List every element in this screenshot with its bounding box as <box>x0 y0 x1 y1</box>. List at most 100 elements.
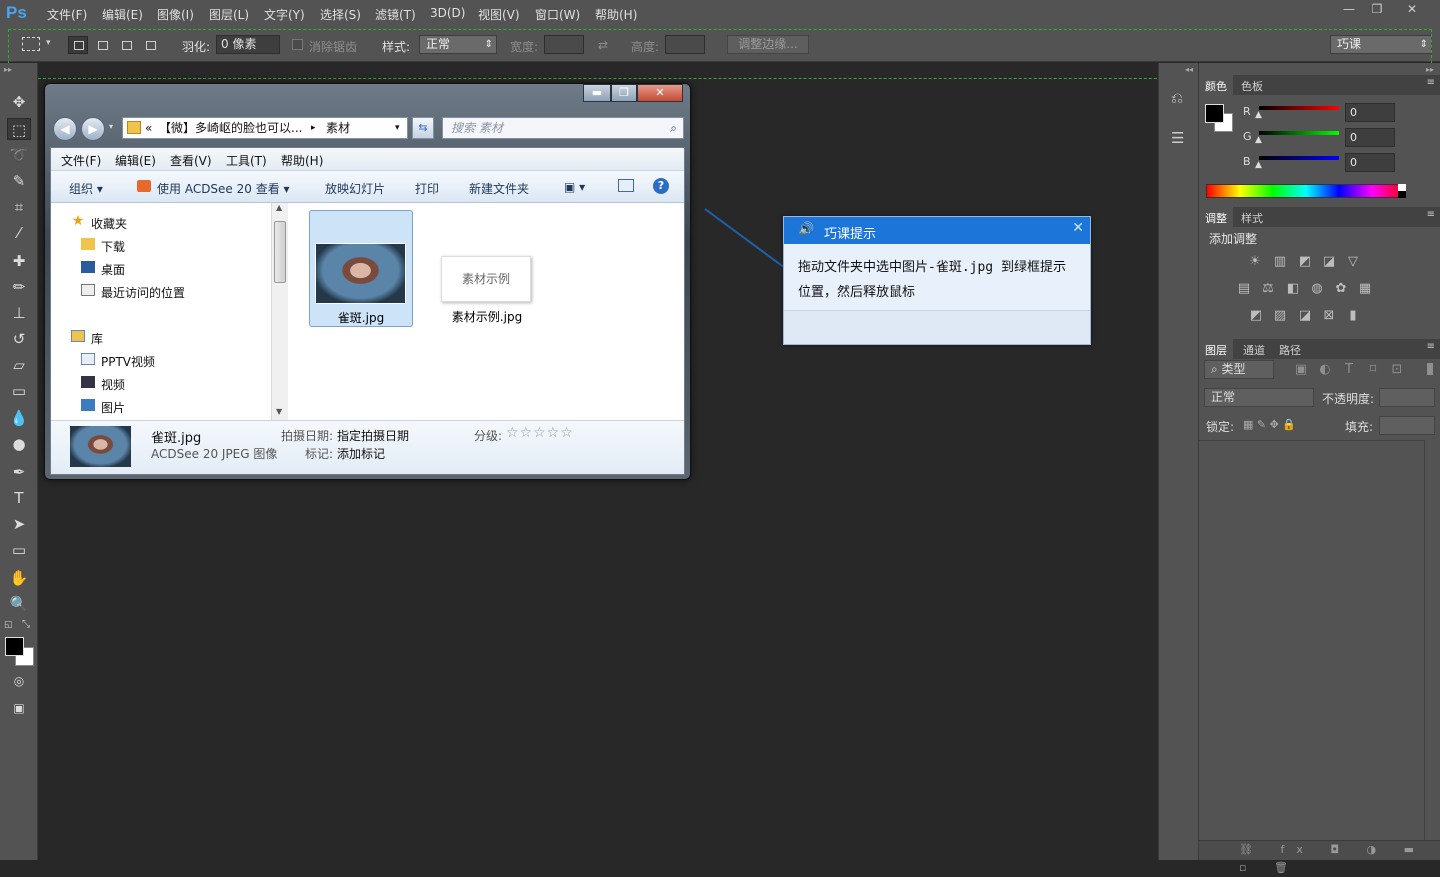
brightness-icon[interactable]: ☀ <box>1247 255 1263 269</box>
collapse-icon[interactable]: ▸▸ <box>1426 65 1434 74</box>
explorer-maximize-icon[interactable]: ❐ <box>611 84 637 102</box>
add-selection-button[interactable] <box>92 36 112 54</box>
feather-input[interactable]: 0 像素 <box>216 35 280 54</box>
tab-paths[interactable]: 路径 <box>1273 339 1307 361</box>
marquee-tool-icon[interactable] <box>22 37 40 51</box>
filter-toggle[interactable] <box>1427 363 1433 375</box>
move-tool-icon[interactable]: ✥ <box>7 91 31 113</box>
bw-icon[interactable]: ◧ <box>1285 282 1301 296</box>
tags-value[interactable]: 添加标记 <box>337 445 385 462</box>
tab-adjustments[interactable]: 调整 <box>1199 207 1233 229</box>
white-swatch[interactable] <box>1398 184 1406 191</box>
address-dropdown-icon[interactable]: ▾ <box>395 118 400 138</box>
tab-styles[interactable]: 样式 <box>1235 207 1269 229</box>
menu-image[interactable]: 图像(I) <box>157 6 194 23</box>
address-bar[interactable]: « 【微】多崎岖的脸也可以... ▸ 素材 ▾ <box>122 117 408 139</box>
explorer-minimize-icon[interactable]: ▬ <box>583 84 611 102</box>
swap-colors-icon[interactable]: ⤡ <box>22 619 30 630</box>
collapse-icon[interactable]: ◂◂ <box>1185 65 1193 74</box>
xp-menu-file[interactable]: 文件(F) <box>61 152 101 169</box>
explorer-search-input[interactable]: 搜索 素材 ⌕ <box>442 117 684 139</box>
filter-shape-icon[interactable]: ⌑ <box>1365 363 1381 377</box>
swap-icon[interactable]: ⇄ <box>598 38 608 52</box>
menu-layer[interactable]: 图层(L) <box>209 6 249 23</box>
menu-select[interactable]: 选择(S) <box>320 6 361 23</box>
nav-pictures[interactable]: 图片 <box>101 399 125 416</box>
address-current[interactable]: 素材 <box>326 118 350 138</box>
slider-thumb-icon[interactable]: ▲ <box>1255 160 1262 170</box>
xp-menu-help[interactable]: 帮助(H) <box>281 152 323 169</box>
history-dropdown-icon[interactable]: ▾ <box>109 122 113 131</box>
brush-tool-icon[interactable]: ✏ <box>7 276 31 298</box>
history-brush-tool-icon[interactable]: ↺ <box>7 328 31 350</box>
history-panel-icon[interactable]: ⎌ <box>1171 89 1183 107</box>
forward-button[interactable]: ▶ <box>81 117 105 141</box>
view-options-icon[interactable]: ▣ ▾ <box>564 180 585 194</box>
g-value-input[interactable]: 0 <box>1345 128 1395 147</box>
date-taken-value[interactable]: 指定拍摄日期 <box>337 427 409 444</box>
menu-3d[interactable]: 3D(D) <box>430 6 465 20</box>
selective-color-icon[interactable]: ⊠ <box>1321 309 1337 323</box>
tab-channels[interactable]: 通道 <box>1237 339 1271 361</box>
height-input[interactable] <box>665 35 705 54</box>
menu-filter[interactable]: 滤镜(T) <box>375 6 416 23</box>
photo-filter-icon[interactable]: ◍ <box>1309 282 1325 296</box>
xp-menu-edit[interactable]: 编辑(E) <box>115 152 156 169</box>
healing-brush-tool-icon[interactable]: ✚ <box>7 250 31 272</box>
color-balance-icon[interactable]: ⚖ <box>1260 282 1276 296</box>
address-prefix[interactable]: « <box>145 118 152 138</box>
eraser-tool-icon[interactable]: ▱ <box>7 354 31 376</box>
restore-icon[interactable]: ❐ <box>1366 2 1388 18</box>
workspace-select[interactable]: 巧课 <box>1330 35 1432 54</box>
xp-menu-view[interactable]: 查看(V) <box>170 152 212 169</box>
rectangle-tool-icon[interactable]: ▭ <box>7 539 31 561</box>
posterize-icon[interactable]: ▨ <box>1272 309 1288 323</box>
nav-desktop[interactable]: 桌面 <box>101 261 125 278</box>
layer-filter-select[interactable]: ⌕ 类型 <box>1204 360 1274 379</box>
curves-icon[interactable]: ◩ <box>1297 255 1313 269</box>
close-icon[interactable]: ✕ <box>1401 2 1423 18</box>
vibrance-icon[interactable]: ▽ <box>1345 255 1361 269</box>
tab-color[interactable]: 颜色 <box>1199 75 1233 97</box>
refresh-icon[interactable]: ⇆ <box>412 117 434 139</box>
panel-menu-icon[interactable]: ≡ <box>1427 77 1435 88</box>
tool-preset-arrow-icon[interactable]: ▾ <box>46 38 51 48</box>
width-input[interactable] <box>544 35 584 54</box>
quick-mask-icon[interactable]: ◎ <box>7 670 31 692</box>
menu-view[interactable]: 视图(V) <box>478 6 520 23</box>
opacity-input[interactable] <box>1379 388 1435 407</box>
style-select[interactable]: 正常 <box>419 35 497 54</box>
rating-stars-icon[interactable]: ☆☆☆☆☆ <box>506 425 574 441</box>
foreground-color-swatch[interactable] <box>5 637 24 656</box>
slider-thumb-icon[interactable]: ▲ <box>1255 110 1262 120</box>
quick-select-tool-icon[interactable]: ✎ <box>7 170 31 192</box>
tab-layers[interactable]: 图层 <box>1199 339 1233 361</box>
crop-tool-icon[interactable]: ⌗ <box>7 196 31 218</box>
rect-marquee-tool-icon[interactable]: ⬚ <box>7 118 31 140</box>
new-folder-button[interactable]: 新建文件夹 <box>469 180 529 197</box>
help-icon[interactable]: ? <box>653 178 669 194</box>
new-selection-button[interactable] <box>68 36 88 54</box>
gradient-tool-icon[interactable]: ▭ <box>7 380 31 402</box>
black-swatch[interactable] <box>1398 191 1406 198</box>
fill-input[interactable] <box>1379 416 1435 435</box>
screen-mode-icon[interactable]: ▣ <box>7 697 31 719</box>
nav-pptv[interactable]: PPTV视频 <box>101 353 155 370</box>
clone-stamp-tool-icon[interactable]: ⊥ <box>7 302 31 324</box>
lasso-tool-icon[interactable]: ➰ <box>7 144 31 166</box>
organize-button[interactable]: 组织 ▾ <box>69 180 103 197</box>
tab-swatches[interactable]: 色板 <box>1235 75 1269 97</box>
invert-icon[interactable]: ◩ <box>1248 309 1264 323</box>
exposure-icon[interactable]: ◪ <box>1321 255 1337 269</box>
eyedropper-tool-icon[interactable]: ⁄ <box>7 222 31 244</box>
file-item-selected[interactable]: 雀斑.jpg <box>309 210 413 327</box>
panel-menu-icon[interactable]: ≡ <box>1427 341 1435 352</box>
default-colors-icon[interactable]: ◱ <box>4 620 13 630</box>
blend-mode-select[interactable]: 正常 <box>1204 388 1314 407</box>
filter-pixel-icon[interactable]: ▣ <box>1293 363 1309 377</box>
scroll-up-icon[interactable]: ▲ <box>276 203 282 212</box>
b-value-input[interactable]: 0 <box>1345 153 1395 172</box>
search-icon[interactable]: ⌕ <box>670 118 677 138</box>
nav-libraries[interactable]: 库 <box>91 330 103 347</box>
slideshow-button[interactable]: 放映幻灯片 <box>325 180 385 197</box>
